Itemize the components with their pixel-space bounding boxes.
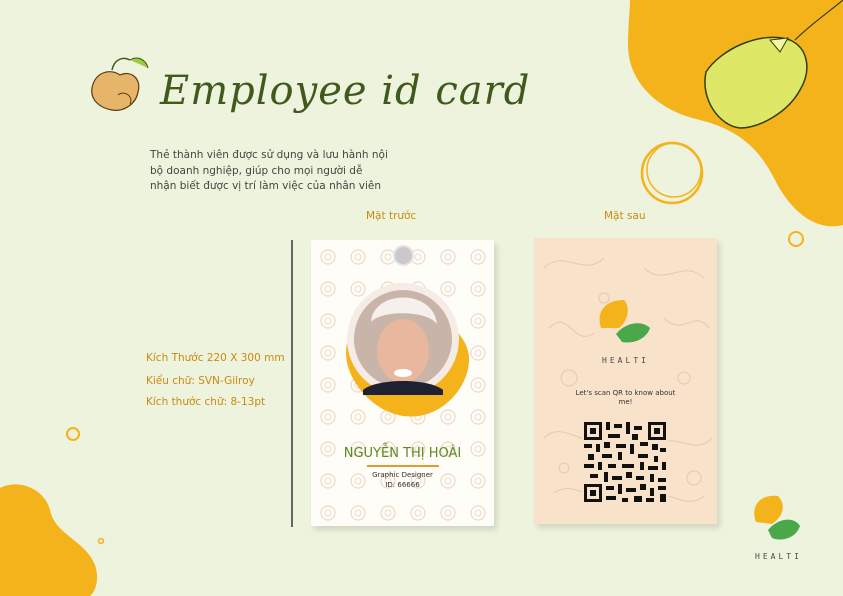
front-card: NGUYỄN THỊ HOÀI Graphic Designer ID: 666… — [311, 240, 494, 526]
employee-id: ID: 66666 — [385, 481, 420, 489]
employee-job-title: Graphic Designer — [372, 471, 433, 479]
divider — [291, 240, 293, 527]
dot — [97, 537, 105, 545]
spec-font-size: Kích thước chữ: 8-13pt — [146, 396, 266, 408]
spec-size: Kích Thước 220 X 300 mm — [146, 352, 285, 364]
scan-qr-text: Let's scan QR to know about me! — [575, 389, 676, 406]
back-card: HEALTI Let's scan QR to know about me! — [534, 238, 717, 524]
ginger-illustration-icon — [91, 57, 149, 111]
back-brand-name: HEALTI — [602, 356, 649, 365]
corner-leaf-logo-icon — [754, 495, 800, 540]
small-ring — [788, 231, 804, 247]
name-underline — [367, 465, 439, 467]
front-side-label: Mặt trước — [366, 210, 417, 222]
corner-brand-name: HEALTI — [755, 552, 802, 561]
back-side-label: Mặt sau — [604, 210, 646, 222]
leaf-logo-icon — [599, 300, 650, 343]
qr-code-icon — [582, 420, 668, 504]
ring-decoration — [640, 141, 704, 205]
spec-font: Kiểu chữ: SVN-Gilroy — [146, 375, 255, 387]
description-text: Thẻ thành viên được sử dụng và lưu hành … — [150, 149, 388, 192]
lanyard-hole — [393, 245, 414, 266]
ring-decoration-2 — [646, 142, 702, 198]
small-ring — [66, 427, 80, 441]
page-title: Employee id card — [160, 68, 531, 114]
back-pattern — [543, 257, 713, 504]
employee-photo — [347, 283, 459, 395]
employee-name: NGUYỄN THỊ HOÀI — [343, 446, 462, 461]
bottom-left-blob — [0, 484, 98, 596]
